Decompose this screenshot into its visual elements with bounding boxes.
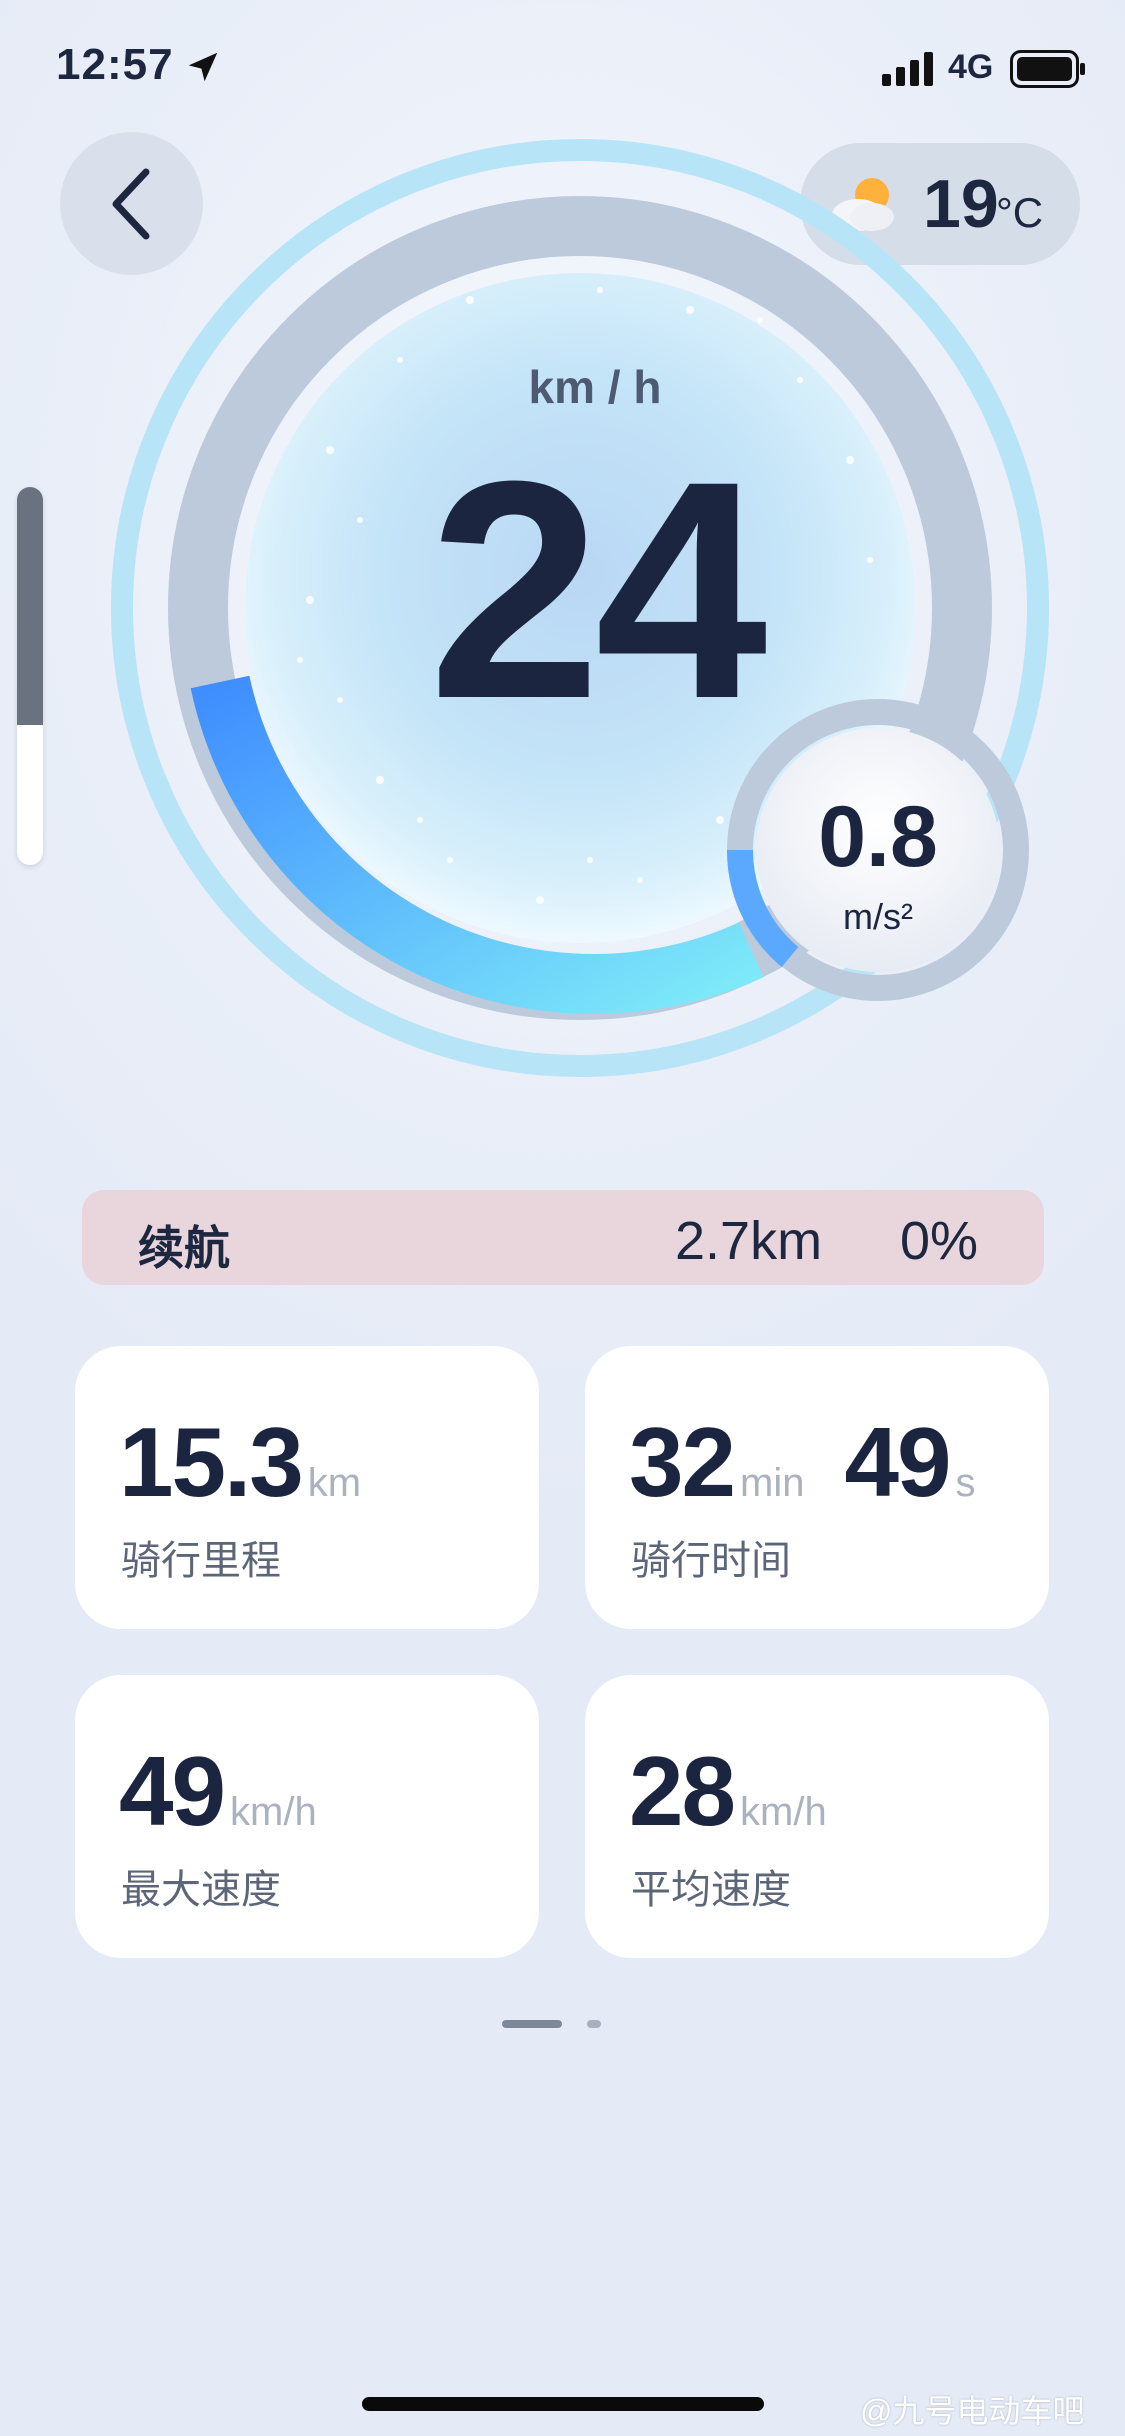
stat-unit: km: [307, 1461, 362, 1505]
acceleration-unit: m/s²: [843, 896, 913, 937]
range-bar: 续航 2.7km 0%: [82, 1190, 1044, 1285]
stat-card-max-speed: 49 km/h 最大速度: [75, 1675, 539, 1958]
stat-card-avg-speed: 28 km/h 平均速度: [585, 1675, 1049, 1958]
stat-value: 32 min 49 s: [629, 1407, 976, 1517]
range-distance: 2.7km: [675, 1211, 823, 1271]
watermark: @九号电动车吧: [860, 2393, 1085, 2429]
stat-label: 骑行时间: [631, 1539, 791, 1583]
stat-value: 28 km/h: [629, 1736, 827, 1846]
stat-card-distance: 15.3 km 骑行里程: [75, 1346, 539, 1629]
stat-unit-seconds: s: [955, 1461, 976, 1505]
page-dot[interactable]: [587, 2020, 601, 2028]
page-dot-active[interactable]: [502, 2020, 562, 2028]
stat-label: 骑行里程: [121, 1539, 281, 1583]
stat-unit: min: [740, 1461, 805, 1505]
stat-card-time: 32 min 49 s 骑行时间: [585, 1346, 1049, 1629]
stat-value: 49 km/h: [119, 1736, 317, 1846]
home-indicator[interactable]: [362, 2397, 764, 2411]
stat-label: 平均速度: [631, 1868, 791, 1912]
range-label: 续航: [138, 1222, 230, 1274]
range-percent: 0%: [900, 1211, 979, 1271]
stat-value: 15.3 km: [119, 1407, 362, 1517]
speed-value: 24: [428, 416, 768, 763]
stat-label: 最大速度: [121, 1868, 281, 1912]
stat-unit: km/h: [230, 1790, 317, 1834]
speed-unit: km / h: [528, 361, 662, 413]
stat-unit: km/h: [740, 1790, 827, 1834]
acceleration-value: 0.8: [818, 789, 938, 885]
